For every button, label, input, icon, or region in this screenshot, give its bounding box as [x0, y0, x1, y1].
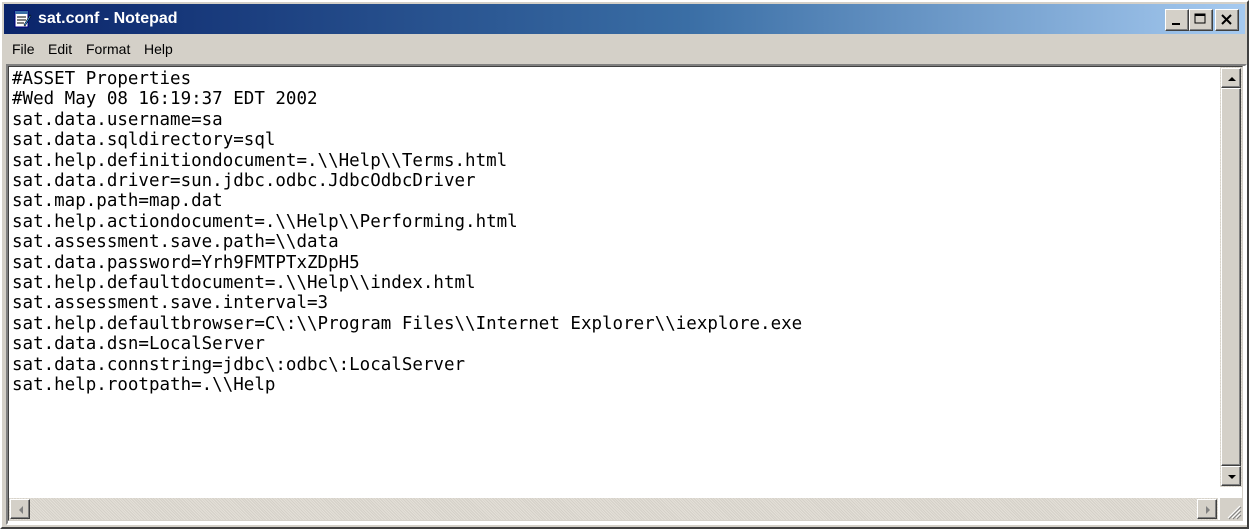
text-line[interactable]: sat.help.actiondocument=.\\Help\\Perform…: [12, 212, 1212, 232]
text-line[interactable]: sat.map.path=map.dat: [12, 191, 1212, 211]
close-button[interactable]: [1215, 9, 1239, 31]
editor-area[interactable]: #ASSET Properties #Wed May 08 16:19:37 ED…: [8, 66, 1243, 521]
title-bar[interactable]: sat.conf - Notepad: [4, 4, 1245, 34]
scroll-down-button[interactable]: [1221, 466, 1241, 486]
arrow-left-icon: [19, 506, 23, 514]
text-line[interactable]: #Wed May 08 16:19:37 EDT 2002: [12, 89, 1212, 109]
arrow-down-icon: [1228, 475, 1236, 479]
arrow-up-icon: [1228, 77, 1236, 81]
text-line[interactable]: sat.data.password=Yrh9FMTPTxZDpH5: [12, 253, 1212, 273]
menu-bar: File Edit Format Help: [4, 36, 1245, 62]
notepad-window: sat.conf - Notepad File Edit Format Help…: [0, 0, 1249, 529]
scroll-right-button[interactable]: [1197, 499, 1217, 519]
close-icon: [1221, 14, 1232, 25]
maximize-button[interactable]: [1189, 9, 1213, 31]
text-line[interactable]: sat.data.sqldirectory=sql: [12, 130, 1212, 150]
window-title: sat.conf - Notepad: [38, 10, 178, 27]
menu-format[interactable]: Format: [82, 40, 134, 58]
text-line[interactable]: sat.help.defaultbrowser=C\:\\Program Fil…: [12, 314, 1212, 334]
text-line[interactable]: sat.help.definitiondocument=.\\Help\\Ter…: [12, 151, 1212, 171]
text-line[interactable]: sat.data.driver=sun.jdbc.odbc.JdbcOdbcDr…: [12, 171, 1212, 191]
scroll-left-button[interactable]: [10, 499, 30, 519]
resize-grip-icon: [1227, 505, 1242, 520]
text-line[interactable]: sat.data.connstring=jdbc\:odbc\:LocalSer…: [12, 355, 1212, 375]
menu-edit[interactable]: Edit: [44, 40, 76, 58]
menu-file[interactable]: File: [8, 40, 39, 58]
horizontal-scrollbar[interactable]: [9, 498, 1218, 520]
text-line[interactable]: #ASSET Properties: [12, 69, 1212, 89]
text-line[interactable]: sat.help.rootpath=.\\Help: [12, 375, 1212, 395]
text-line[interactable]: sat.assessment.save.path=\\data: [12, 232, 1212, 252]
text-line[interactable]: sat.data.dsn=LocalServer: [12, 334, 1212, 354]
vertical-scrollbar[interactable]: [1220, 67, 1242, 487]
minimize-icon: [1172, 23, 1180, 25]
text-content[interactable]: #ASSET Properties #Wed May 08 16:19:37 ED…: [12, 69, 1212, 479]
text-line[interactable]: sat.data.username=sa: [12, 110, 1212, 130]
scroll-up-button[interactable]: [1221, 68, 1241, 88]
text-line[interactable]: sat.help.defaultdocument=.\\Help\\index.…: [12, 273, 1212, 293]
arrow-right-icon: [1206, 506, 1210, 514]
text-line[interactable]: sat.assessment.save.interval=3: [12, 293, 1212, 313]
minimize-button[interactable]: [1165, 9, 1189, 31]
menu-help[interactable]: Help: [140, 40, 177, 58]
resize-grip[interactable]: [1220, 498, 1242, 520]
editor-frame: #ASSET Properties #Wed May 08 16:19:37 ED…: [6, 64, 1247, 525]
vertical-scroll-thumb[interactable]: [1221, 88, 1241, 466]
notepad-icon[interactable]: [12, 9, 32, 29]
maximize-icon: [1194, 13, 1206, 24]
